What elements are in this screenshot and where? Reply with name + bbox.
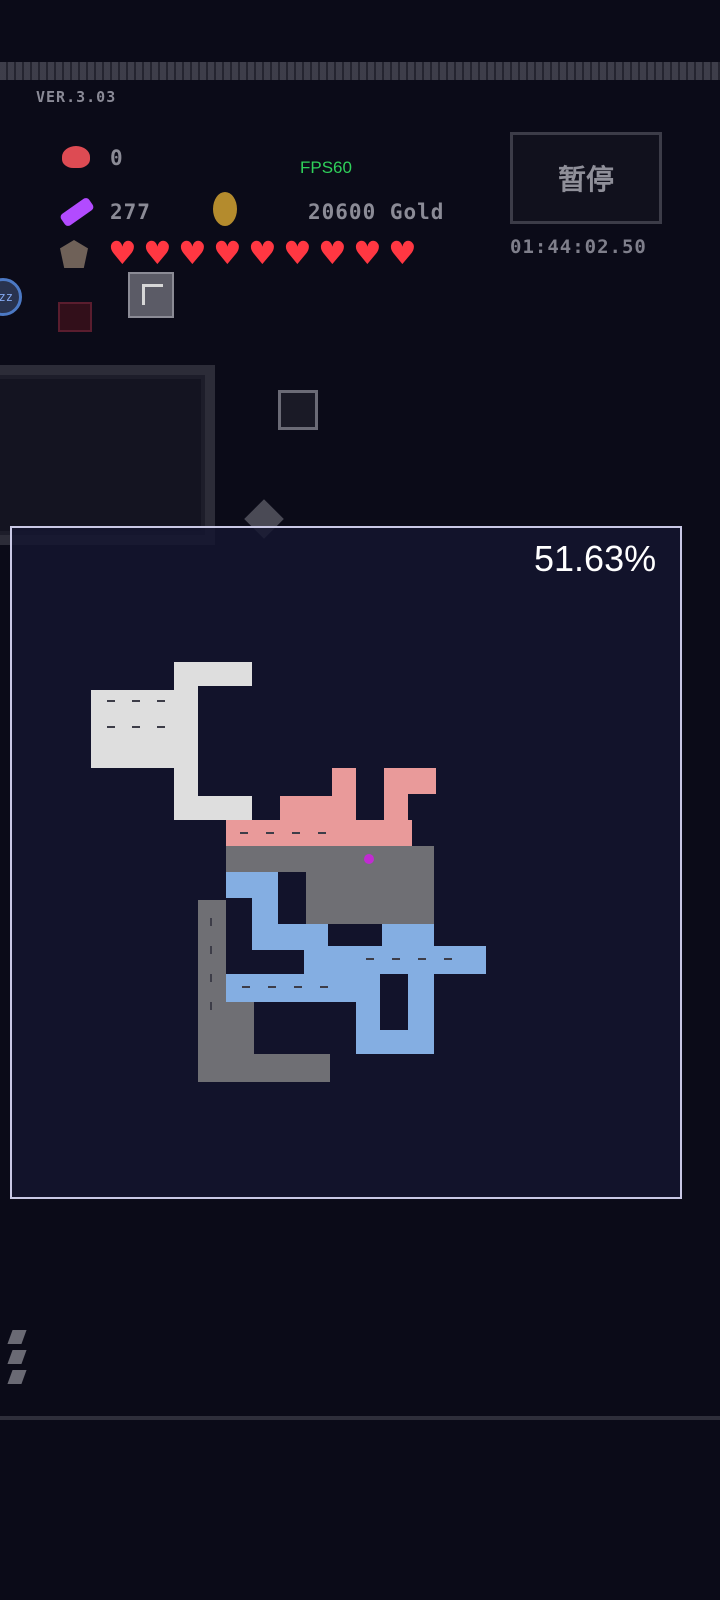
gold-coin-icon [213, 192, 237, 226]
game-timer: 01:44:02.50 [510, 236, 647, 258]
heart-icon [178, 234, 207, 272]
sleep-button[interactable]: zz [0, 278, 22, 316]
minimap-room-gray-top [226, 846, 434, 872]
minimap-room-pink-upper [384, 768, 436, 794]
map-dash [418, 958, 426, 960]
bottom-divider [0, 1416, 720, 1420]
map-dash [107, 726, 115, 728]
minimap-room-blue-top [226, 872, 278, 898]
map-dash [366, 958, 374, 960]
heart-icon [143, 234, 172, 272]
minimap-room-pink-riser [384, 792, 408, 822]
minimap-room-pink-column [332, 768, 356, 822]
map-dash [132, 726, 140, 728]
minimap-room-gray-bottom [198, 1054, 330, 1082]
heart-icon [213, 234, 242, 272]
minimap-room-gray-right [306, 872, 434, 924]
heart-icon [388, 234, 417, 272]
version-label: VER.3.03 [36, 88, 117, 106]
small-map-icon [128, 272, 174, 318]
map-explored-percent: 51.63% [534, 538, 657, 579]
map-dash [132, 700, 140, 702]
map-dash [318, 832, 326, 834]
map-dash [242, 986, 250, 988]
gold-value: 20600 Gold [308, 200, 445, 224]
red-status-marker [58, 302, 92, 332]
minimap-room-blue-loop-bottom [356, 1030, 434, 1054]
left-chevron-icons [7, 1330, 28, 1392]
map-dash [107, 700, 115, 702]
shield-icon [60, 240, 88, 268]
minimap-room-pink-step [280, 796, 338, 820]
map-dash [210, 974, 212, 982]
player-marker [364, 854, 374, 864]
potion-count: 0 [110, 146, 124, 170]
minimap-room-blue-loop-top [382, 924, 434, 950]
minimap-room-white-bottom [174, 796, 252, 820]
sleep-badge-label: zz [0, 290, 13, 304]
floor-tile-icon [278, 390, 318, 430]
map-dash [210, 1002, 212, 1010]
map-dash [392, 958, 400, 960]
heart-icon [318, 234, 347, 272]
map-dash [268, 986, 276, 988]
fps-counter: FPS60 [300, 158, 352, 177]
minimap-room-white-top [174, 662, 252, 686]
map-dash [266, 832, 274, 834]
heart-icon [108, 234, 137, 272]
potion-icon [62, 146, 90, 168]
map-dash [444, 958, 452, 960]
map-dash [210, 918, 212, 926]
map-dash [157, 726, 165, 728]
map-dash [292, 832, 300, 834]
map-dash [294, 986, 302, 988]
map-dash [157, 700, 165, 702]
minimap-room-blue-center [304, 946, 486, 974]
heart-icon [248, 234, 277, 272]
minimap-room-gray-inner [226, 1002, 254, 1056]
pause-button[interactable]: 暂停 [510, 132, 662, 224]
energy-value: 277 [110, 200, 151, 224]
map-dash [320, 986, 328, 988]
heart-icon [353, 234, 382, 272]
left-room-wall [0, 365, 215, 545]
energy-crystal-icon [59, 196, 95, 228]
minimap-panel[interactable] [10, 526, 682, 1199]
health-hearts [108, 234, 417, 272]
top-wall-border [0, 62, 720, 80]
map-dash [210, 946, 212, 954]
heart-icon [283, 234, 312, 272]
map-dash [240, 832, 248, 834]
